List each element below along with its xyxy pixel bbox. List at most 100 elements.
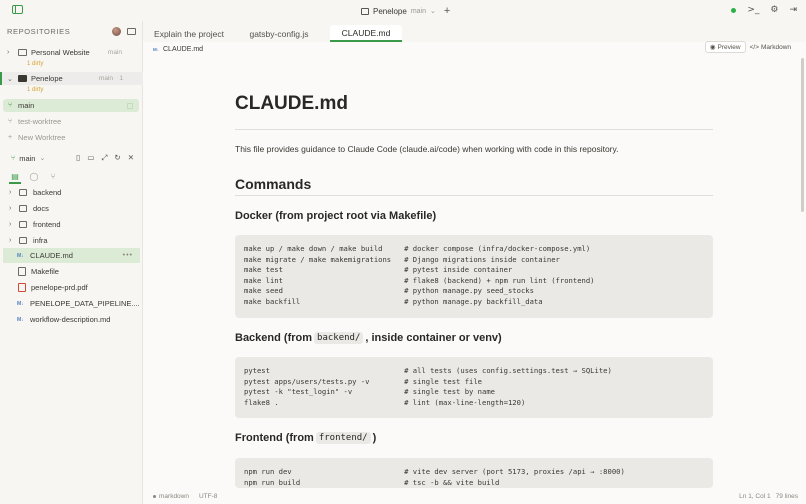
git-view-icon[interactable]: ⑂ bbox=[48, 171, 58, 181]
chevron-down-icon: ⌄ bbox=[430, 8, 436, 15]
encoding-label[interactable]: UTF-8 bbox=[199, 493, 217, 500]
close-icon[interactable]: ✕ bbox=[128, 153, 134, 163]
divider bbox=[235, 195, 713, 196]
tree-label: frontend bbox=[33, 220, 61, 229]
chevron-right-icon: › bbox=[9, 221, 12, 228]
repo-item-penelope[interactable]: ⌄ Penelope main 1 bbox=[0, 72, 143, 85]
language-indicator[interactable]: markdown bbox=[153, 493, 189, 500]
markdown-file-icon: M↓ bbox=[17, 252, 24, 259]
new-tab-plus-icon[interactable]: + bbox=[444, 5, 450, 17]
language-dot-icon bbox=[153, 494, 156, 498]
chevron-down-icon: ⌄ bbox=[39, 155, 46, 162]
markdown-mode-button[interactable]: </> Markdown bbox=[746, 41, 795, 53]
tree-folder-backend[interactable]: › backend bbox=[0, 185, 143, 200]
folder-icon bbox=[19, 189, 27, 196]
refresh-icon[interactable]: ↻ bbox=[114, 153, 120, 163]
worktree-item-test-worktree[interactable]: ⑂ test-worktree bbox=[0, 115, 143, 128]
chevron-down-icon: ⌄ bbox=[7, 75, 13, 83]
branch-label: main bbox=[19, 153, 36, 163]
backend-heading-text: Backend (from bbox=[235, 332, 313, 344]
folder-icon bbox=[19, 237, 27, 244]
pdf-file-icon bbox=[18, 283, 26, 292]
status-dot-icon bbox=[731, 7, 737, 13]
repo-switcher-name: Penelope bbox=[373, 6, 407, 16]
repo-dirty-status: 1 dirty bbox=[27, 87, 44, 93]
eye-icon: ◉ bbox=[709, 44, 716, 51]
repo-count-badge: 1 bbox=[119, 75, 123, 82]
repo-name: Personal Website bbox=[31, 48, 90, 57]
tree-file-penelope-data-pipeline[interactable]: M↓ PENELOPE_DATA_PIPELINE.... bbox=[0, 296, 143, 311]
chevron-right-icon: › bbox=[9, 189, 12, 196]
repo-dirty-status: 1 dirty bbox=[27, 61, 44, 67]
tree-label: workflow-description.md bbox=[30, 315, 111, 324]
frontend-code-block: npm run dev # vite dev server (port 5173… bbox=[235, 458, 713, 488]
frontend-heading-code: frontend/ bbox=[315, 432, 371, 444]
exit-icon[interactable]: ⇥ bbox=[789, 5, 797, 15]
tree-folder-infra[interactable]: › infra bbox=[0, 233, 143, 248]
more-options-icon[interactable]: ••• bbox=[123, 252, 133, 259]
tab-claude-md[interactable]: CLAUDE.md bbox=[330, 25, 402, 42]
document-title: CLAUDE.md bbox=[235, 93, 348, 114]
cursor-position: Ln 1, Col 1 bbox=[739, 492, 771, 500]
tree-label: docs bbox=[33, 204, 49, 213]
intro-paragraph: This file provides guidance to Claude Co… bbox=[235, 144, 619, 154]
tree-file-claude-md[interactable]: M↓ CLAUDE.md ••• bbox=[3, 248, 140, 263]
title-bar: Penelope main ⌄ + >_ ⚙ ⇥ bbox=[0, 0, 806, 21]
tree-folder-frontend[interactable]: › frontend bbox=[0, 217, 143, 232]
divider bbox=[235, 129, 713, 130]
scrollbar[interactable] bbox=[801, 58, 804, 212]
sidebar-toggle-icon[interactable] bbox=[12, 5, 23, 14]
commands-heading: Commands bbox=[235, 176, 312, 192]
new-worktree-button[interactable]: + New Worktree bbox=[0, 131, 143, 144]
markdown-file-icon: M↓ bbox=[17, 300, 24, 307]
repo-name: Penelope bbox=[31, 74, 63, 83]
tree-label: PENELOPE_DATA_PIPELINE.... bbox=[30, 299, 140, 308]
expand-icon[interactable]: ⤢ bbox=[101, 153, 107, 163]
language-label: markdown bbox=[159, 492, 189, 500]
tree-file-workflow-description[interactable]: M↓ workflow-description.md bbox=[0, 312, 143, 327]
terminal-icon[interactable]: >_ bbox=[747, 5, 759, 15]
settings-gear-icon[interactable]: ⚙ bbox=[770, 5, 778, 15]
sidebar: REPOSITORIES › Personal Website main 1 d… bbox=[0, 21, 143, 504]
branch-icon: ⑂ bbox=[11, 154, 16, 162]
worktree-label: main bbox=[18, 101, 35, 110]
folder-icon bbox=[19, 221, 27, 228]
files-view-icon[interactable]: ▤ bbox=[10, 171, 20, 181]
breadcrumb-filename: CLAUDE.md bbox=[163, 45, 204, 53]
chevron-right-icon: › bbox=[9, 205, 12, 212]
tree-label: backend bbox=[33, 188, 62, 197]
branch-selector[interactable]: ⑂ main ⌄ bbox=[11, 154, 45, 163]
backend-code-block: pytest # all tests (uses config.settings… bbox=[235, 357, 713, 418]
code-icon: </> bbox=[749, 43, 760, 51]
branch-toolbar: ⑂ main ⌄ ▯ ▭ ⤢ ↻ ✕ bbox=[0, 151, 143, 165]
tree-file-makefile[interactable]: Makefile bbox=[0, 264, 143, 279]
repo-switcher[interactable]: Penelope main ⌄ + bbox=[361, 5, 450, 17]
chat-view-icon[interactable]: ◯ bbox=[29, 171, 39, 181]
new-worktree-label: New Worktree bbox=[18, 133, 66, 142]
worktree-item-main[interactable]: ⑂ main bbox=[3, 99, 139, 112]
folder-icon bbox=[19, 205, 27, 212]
preview-mode-button[interactable]: ◉ Preview bbox=[704, 41, 746, 53]
tree-label: CLAUDE.md bbox=[30, 251, 73, 260]
folder-icon bbox=[361, 7, 369, 15]
branch-icon: ⑂ bbox=[8, 102, 13, 109]
tree-folder-docs[interactable]: › docs bbox=[0, 201, 143, 216]
tab-explain-the-project[interactable]: Explain the project bbox=[152, 25, 226, 42]
add-repository-icon[interactable] bbox=[127, 28, 136, 35]
sidebar-title: REPOSITORIES bbox=[7, 27, 71, 36]
avatar[interactable] bbox=[112, 27, 121, 36]
folder-icon bbox=[18, 49, 27, 56]
new-file-icon[interactable]: ▯ bbox=[76, 153, 80, 163]
tree-file-penelope-prd-pdf[interactable]: penelope-prd.pdf bbox=[0, 280, 143, 295]
active-view-indicator bbox=[9, 182, 21, 184]
editor-area: Explain the project gatsby-config.js CLA… bbox=[143, 21, 806, 504]
tab-gatsby-config[interactable]: gatsby-config.js bbox=[247, 25, 311, 42]
plus-icon: + bbox=[8, 134, 13, 141]
new-folder-icon[interactable]: ▭ bbox=[87, 153, 94, 163]
folder-icon bbox=[18, 75, 27, 82]
repo-item-personal-website[interactable]: › Personal Website main bbox=[0, 46, 143, 59]
tree-label: penelope-prd.pdf bbox=[31, 283, 88, 292]
repo-branch-tag: main bbox=[107, 49, 122, 56]
repo-branch-tag: main bbox=[98, 75, 113, 82]
backend-heading: Backend (from backend/ , inside containe… bbox=[235, 332, 502, 344]
